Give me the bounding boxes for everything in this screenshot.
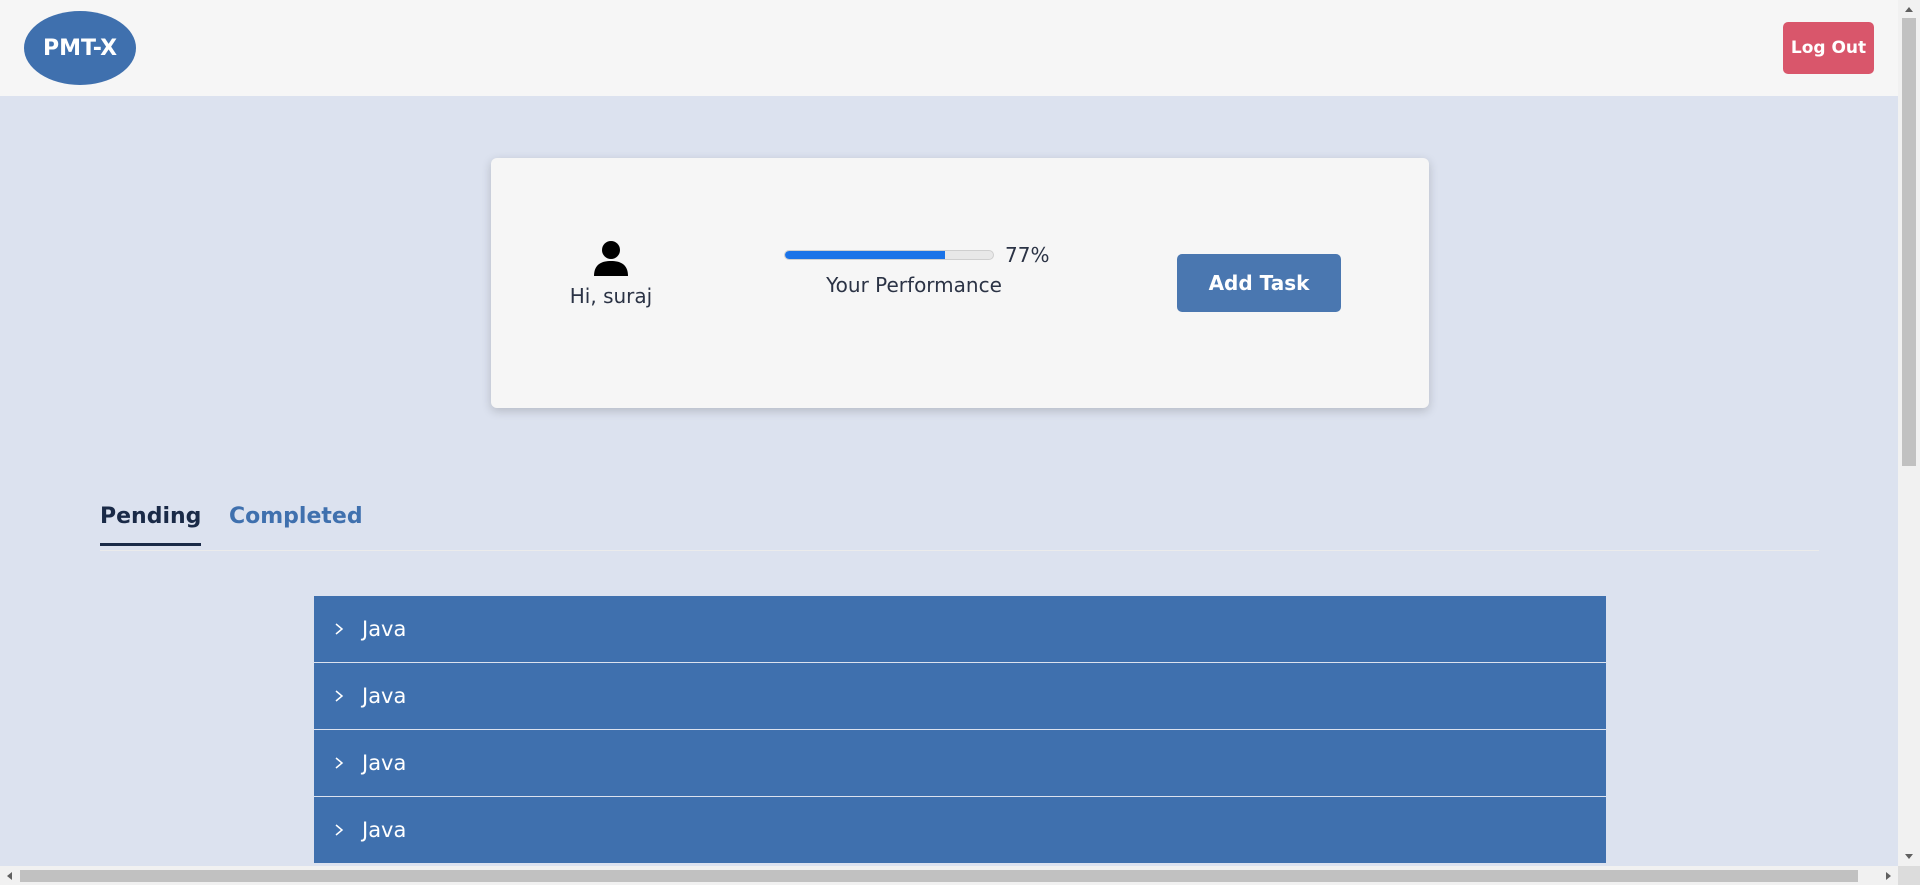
chevron-right-icon [334, 622, 348, 636]
task-label: Java [362, 684, 407, 708]
horizontal-scrollbar[interactable] [0, 866, 1898, 885]
chevron-right-icon [334, 823, 348, 837]
task-label: Java [362, 818, 407, 842]
user-block: Hi, suraj [561, 238, 661, 308]
vertical-scrollbar[interactable] [1898, 0, 1920, 866]
task-label: Java [362, 751, 407, 775]
task-item[interactable]: Java [314, 596, 1606, 663]
add-task-button[interactable]: Add Task [1177, 254, 1341, 312]
app-viewport: PMT-X Log Out Hi, suraj 77% Your Perform… [0, 0, 1898, 866]
scroll-down-arrow-icon[interactable] [1898, 848, 1920, 866]
performance-label: Your Performance [826, 273, 1002, 297]
performance-progress-fill [785, 251, 946, 259]
horizontal-scroll-thumb[interactable] [20, 870, 1858, 882]
task-item[interactable]: Java [314, 797, 1606, 864]
performance-percent: 77% [1005, 243, 1050, 267]
user-icon [594, 241, 628, 276]
task-tabs: Pending Completed [100, 496, 1819, 551]
task-item[interactable]: Java [314, 730, 1606, 797]
tab-pending[interactable]: Pending [100, 504, 202, 546]
scroll-up-arrow-icon[interactable] [1898, 0, 1920, 18]
task-list: Java Java Java Java [314, 596, 1606, 864]
logo[interactable]: PMT-X [24, 11, 136, 85]
tab-completed[interactable]: Completed [229, 504, 363, 529]
greeting-text: Hi, suraj [569, 284, 653, 308]
task-label: Java [362, 617, 407, 641]
scroll-left-arrow-icon[interactable] [0, 866, 18, 885]
logout-button[interactable]: Log Out [1783, 22, 1874, 74]
scrollbar-corner [1898, 866, 1920, 885]
chevron-right-icon [334, 689, 348, 703]
navbar: PMT-X Log Out [0, 0, 1898, 96]
performance-block: 77% Your Performance [784, 243, 1074, 297]
vertical-scroll-thumb[interactable] [1902, 18, 1916, 466]
chevron-right-icon [334, 756, 348, 770]
scroll-right-arrow-icon[interactable] [1880, 866, 1898, 885]
performance-progress-bar [784, 250, 994, 260]
profile-card: Hi, suraj 77% Your Performance Add Task [491, 158, 1429, 408]
task-item[interactable]: Java [314, 663, 1606, 730]
